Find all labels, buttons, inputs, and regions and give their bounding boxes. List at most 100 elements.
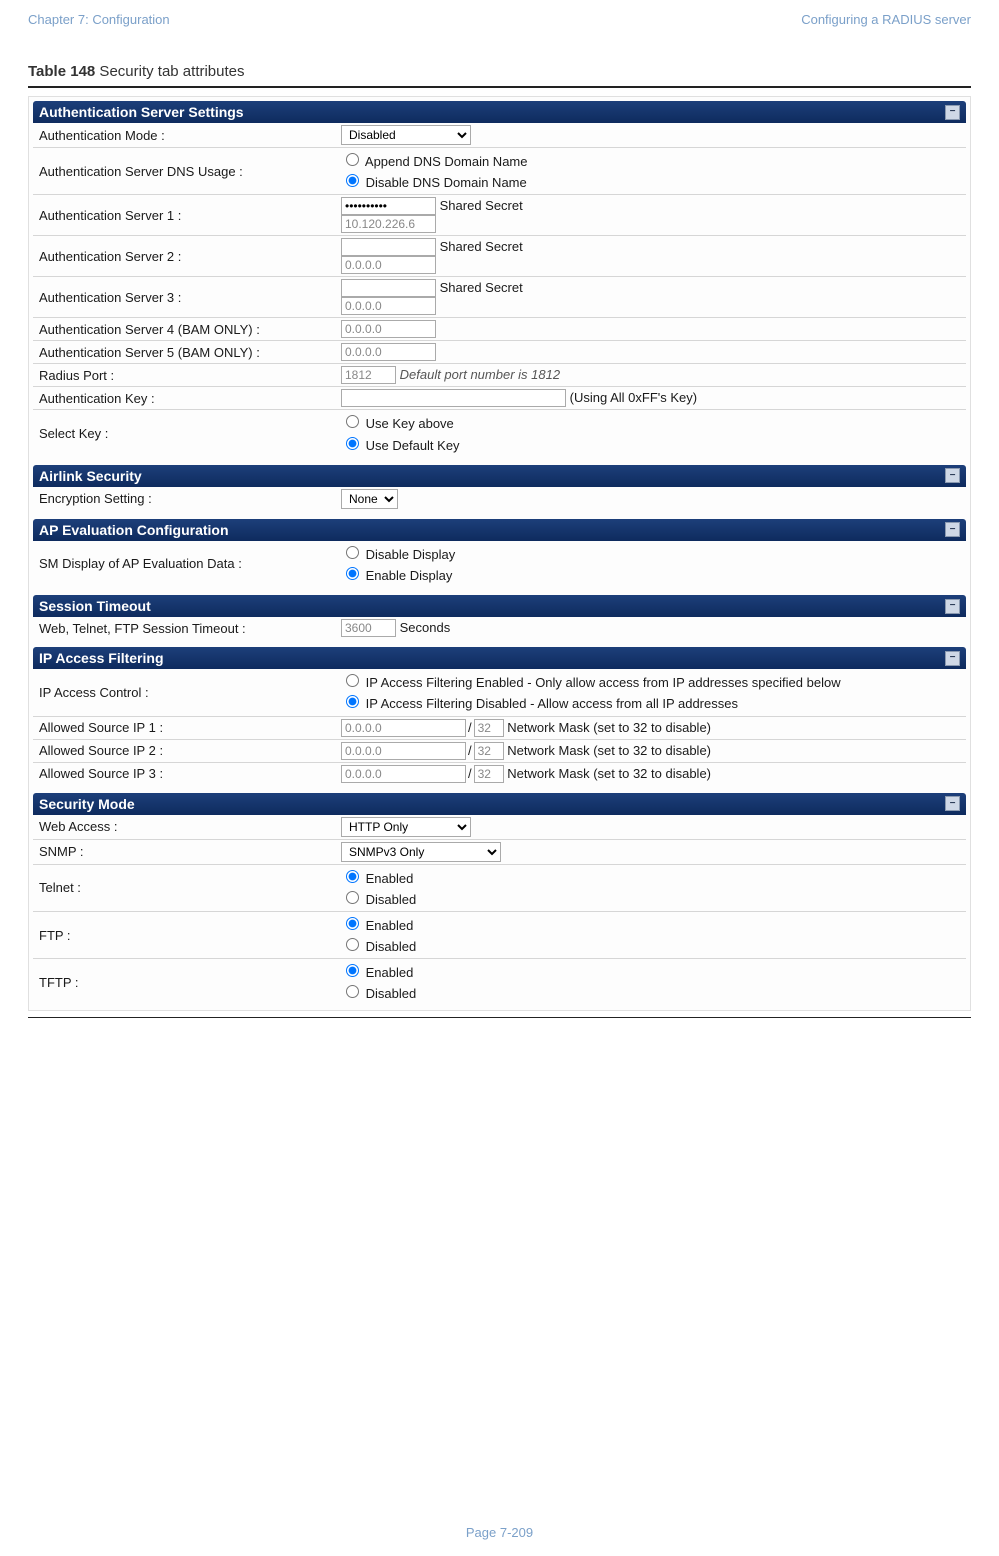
panel-header-airlink[interactable]: Airlink Security − <box>33 465 966 487</box>
panel-header-auth[interactable]: Authentication Server Settings − <box>33 101 966 123</box>
auth-server4-ip[interactable] <box>341 320 436 338</box>
allowed-ip2-label: Allowed Source IP 2 : <box>33 739 335 762</box>
auth-server3-label: Authentication Server 3 : <box>33 277 335 318</box>
panel-airlink: Airlink Security − Encryption Setting : … <box>33 465 966 511</box>
use-key-above-radio[interactable] <box>346 415 359 428</box>
radius-port-note: Default port number is 1812 <box>400 367 560 382</box>
panel-header-ap-eval[interactable]: AP Evaluation Configuration − <box>33 519 966 541</box>
collapse-icon[interactable]: − <box>945 651 960 666</box>
enable-display-label: Enable Display <box>366 568 453 583</box>
telnet-label: Telnet : <box>33 864 335 911</box>
dns-disable-label: Disable DNS Domain Name <box>366 175 527 190</box>
rule-top <box>28 86 971 88</box>
page-header: Chapter 7: Configuration Configuring a R… <box>0 0 999 35</box>
config-panels: Authentication Server Settings − Authent… <box>28 96 971 1011</box>
table-number: Table 148 <box>28 63 95 80</box>
ip-filter-enabled-label: IP Access Filtering Enabled - Only allow… <box>366 675 841 690</box>
ip-filter-enabled-radio[interactable] <box>346 674 359 687</box>
ip-filter-disabled-radio[interactable] <box>346 695 359 708</box>
telnet-disabled-radio[interactable] <box>346 891 359 904</box>
panel-header-session[interactable]: Session Timeout − <box>33 595 966 617</box>
network-mask-note: Network Mask (set to 32 to disable) <box>507 743 711 758</box>
auth-server3-ip[interactable] <box>341 297 436 315</box>
shared-secret-label: Shared Secret <box>440 239 523 254</box>
use-default-key-radio[interactable] <box>346 437 359 450</box>
allowed-ip1-label: Allowed Source IP 1 : <box>33 716 335 739</box>
tftp-disabled-radio[interactable] <box>346 985 359 998</box>
snmp-select[interactable]: SNMPv3 Only <box>341 842 501 862</box>
rule-bottom <box>28 1017 971 1018</box>
table-title: Table 148 Security tab attributes <box>28 63 971 80</box>
web-access-label: Web Access : <box>33 815 335 840</box>
tftp-enabled-radio[interactable] <box>346 964 359 977</box>
allowed-ip2-mask[interactable] <box>474 742 504 760</box>
chapter-label: Chapter 7: Configuration <box>28 12 170 27</box>
auth-server4-label: Authentication Server 4 (BAM ONLY) : <box>33 318 335 341</box>
dns-append-radio[interactable] <box>346 153 359 166</box>
allowed-ip1-input[interactable] <box>341 719 466 737</box>
ip-access-control-label: IP Access Control : <box>33 669 335 716</box>
auth-key-note: (Using All 0xFF's Key) <box>570 390 697 405</box>
panel-header-secmode[interactable]: Security Mode − <box>33 793 966 815</box>
dns-disable-radio[interactable] <box>346 174 359 187</box>
enabled-label: Enabled <box>366 918 414 933</box>
dns-append-label: Append DNS Domain Name <box>365 154 528 169</box>
allowed-ip1-mask[interactable] <box>474 719 504 737</box>
panel-title: Authentication Server Settings <box>39 104 244 120</box>
ftp-disabled-radio[interactable] <box>346 938 359 951</box>
auth-server2-secret[interactable] <box>341 238 436 256</box>
dns-usage-label: Authentication Server DNS Usage : <box>33 148 335 195</box>
allowed-ip3-input[interactable] <box>341 765 466 783</box>
use-key-above-label: Use Key above <box>366 416 454 431</box>
panel-title: IP Access Filtering <box>39 650 164 666</box>
page-footer: Page 7-209 <box>0 1525 999 1540</box>
auth-server1-ip[interactable] <box>341 215 436 233</box>
use-default-key-label: Use Default Key <box>366 438 460 453</box>
auth-key-input[interactable] <box>341 389 566 407</box>
collapse-icon[interactable]: − <box>945 796 960 811</box>
auth-server3-secret[interactable] <box>341 279 436 297</box>
disabled-label: Disabled <box>366 892 417 907</box>
collapse-icon[interactable]: − <box>945 599 960 614</box>
panel-title: Security Mode <box>39 796 135 812</box>
table-caption: Security tab attributes <box>95 63 244 80</box>
shared-secret-label: Shared Secret <box>440 198 523 213</box>
allowed-ip3-mask[interactable] <box>474 765 504 783</box>
allowed-ip2-input[interactable] <box>341 742 466 760</box>
auth-server1-label: Authentication Server 1 : <box>33 195 335 236</box>
collapse-icon[interactable]: − <box>945 522 960 537</box>
network-mask-note: Network Mask (set to 32 to disable) <box>507 766 711 781</box>
enable-display-radio[interactable] <box>346 567 359 580</box>
auth-key-label: Authentication Key : <box>33 387 335 410</box>
session-timeout-input[interactable] <box>341 619 396 637</box>
enabled-label: Enabled <box>366 871 414 886</box>
encryption-label: Encryption Setting : <box>33 487 335 511</box>
collapse-icon[interactable]: − <box>945 468 960 483</box>
auth-server5-label: Authentication Server 5 (BAM ONLY) : <box>33 341 335 364</box>
auth-server2-label: Authentication Server 2 : <box>33 236 335 277</box>
allowed-ip3-label: Allowed Source IP 3 : <box>33 762 335 785</box>
disable-display-radio[interactable] <box>346 546 359 559</box>
disabled-label: Disabled <box>366 986 417 1001</box>
radius-port-input[interactable] <box>341 366 396 384</box>
telnet-enabled-radio[interactable] <box>346 870 359 883</box>
auth-mode-select[interactable]: Disabled <box>341 125 471 145</box>
panel-ap-eval: AP Evaluation Configuration − SM Display… <box>33 519 966 587</box>
panel-session-timeout: Session Timeout − Web, Telnet, FTP Sessi… <box>33 595 966 639</box>
shared-secret-label: Shared Secret <box>440 280 523 295</box>
disabled-label: Disabled <box>366 939 417 954</box>
panel-auth-settings: Authentication Server Settings − Authent… <box>33 101 966 457</box>
auth-server1-secret[interactable] <box>341 197 436 215</box>
collapse-icon[interactable]: − <box>945 105 960 120</box>
enabled-label: Enabled <box>366 965 414 980</box>
panel-ip-filter: IP Access Filtering − IP Access Control … <box>33 647 966 784</box>
web-access-select[interactable]: HTTP Only <box>341 817 471 837</box>
panel-header-ip-filter[interactable]: IP Access Filtering − <box>33 647 966 669</box>
panel-title: Session Timeout <box>39 598 151 614</box>
ftp-enabled-radio[interactable] <box>346 917 359 930</box>
encryption-select[interactable]: None <box>341 489 398 509</box>
auth-server2-ip[interactable] <box>341 256 436 274</box>
select-key-label: Select Key : <box>33 410 335 457</box>
ftp-label: FTP : <box>33 911 335 958</box>
auth-server5-ip[interactable] <box>341 343 436 361</box>
